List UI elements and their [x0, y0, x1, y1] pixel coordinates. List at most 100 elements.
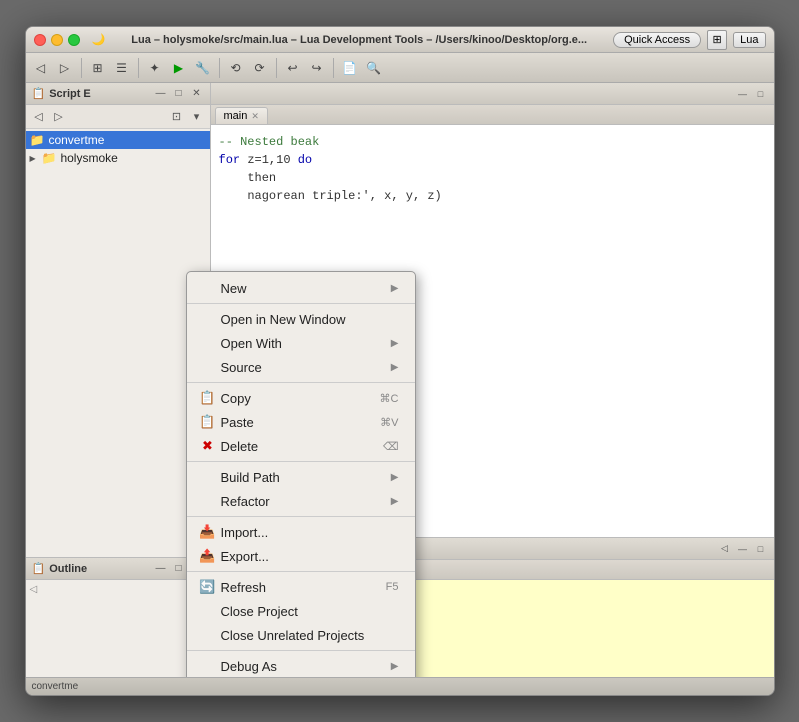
toolbar-btn-3[interactable]: ✦: [144, 57, 166, 79]
toolbar-btn-4[interactable]: 🔧: [192, 57, 214, 79]
code-comment: -- Nested beak: [219, 135, 320, 149]
refresh-icon: 🔄: [199, 578, 217, 596]
maximize-button[interactable]: [68, 34, 80, 46]
menu-item-close-unrelated[interactable]: Close Unrelated Projects: [187, 623, 415, 647]
toolbar-sep-5: [333, 58, 334, 78]
toolbar-btn-7[interactable]: ↩: [282, 57, 304, 79]
outline-minimize[interactable]: —: [154, 562, 168, 576]
toolbar-sep-3: [219, 58, 220, 78]
bottom-maximize-btn[interactable]: □: [754, 542, 768, 556]
tree-item-label-holysmoke: holysmoke: [60, 151, 117, 165]
outline-maximize[interactable]: □: [172, 562, 186, 576]
window-title: Lua – holysmoke/src/main.lua – Lua Devel…: [111, 34, 607, 46]
menu-item-new-label: New: [221, 281, 387, 296]
status-text: convertme: [32, 681, 79, 692]
outline-title: Outline: [49, 563, 149, 575]
editor-header-controls-left: — □: [736, 87, 768, 101]
tab-close-main[interactable]: ✕: [251, 111, 259, 122]
toolbar-btn-1[interactable]: ⊞: [87, 57, 109, 79]
script-explorer-minimize[interactable]: —: [154, 87, 168, 101]
menu-item-build-path[interactable]: Build Path ▶: [187, 465, 415, 489]
paste-shortcut: ⌘V: [380, 416, 398, 429]
explorer-forward[interactable]: ▷: [50, 108, 68, 126]
menu-item-export-label: Export...: [221, 549, 399, 564]
code-keyword-for: for: [219, 153, 241, 167]
titlebar: 🌙 Lua – holysmoke/src/main.lua – Lua Dev…: [26, 27, 774, 53]
code-text-1: z=1,10: [247, 153, 297, 167]
debug-as-icon: [199, 657, 217, 675]
lua-button[interactable]: Lua: [733, 32, 765, 48]
toolbar-sep-1: [81, 58, 82, 78]
menu-item-new[interactable]: New ▶: [187, 276, 415, 300]
open-with-icon: [199, 334, 217, 352]
menu-sep-2: [187, 382, 415, 383]
explorer-collapse[interactable]: ⊡: [168, 108, 186, 126]
source-icon: [199, 358, 217, 376]
editor-maximize-btn[interactable]: □: [754, 87, 768, 101]
app-icon: 🌙: [92, 33, 106, 46]
bottom-minimize-btn[interactable]: —: [736, 542, 750, 556]
bottom-header-controls: ◁ — □: [718, 542, 768, 556]
menu-item-build-path-label: Build Path: [221, 470, 387, 485]
menu-item-source[interactable]: Source ▶: [187, 355, 415, 379]
open-new-window-icon: [199, 310, 217, 328]
tree-item-convertme[interactable]: 📁 convertme: [26, 131, 210, 149]
toolbar-sep-4: [276, 58, 277, 78]
menu-item-refactor[interactable]: Refactor ▶: [187, 489, 415, 513]
minimize-button[interactable]: [51, 34, 63, 46]
menu-item-export[interactable]: 📤 Export...: [187, 544, 415, 568]
script-explorer-close[interactable]: ✕: [190, 87, 204, 101]
close-project-icon: [199, 602, 217, 620]
toolbar-nav-back[interactable]: ◁: [30, 57, 52, 79]
bottom-nav-back[interactable]: ◁: [718, 542, 732, 556]
toolbar-btn-8[interactable]: ↪: [306, 57, 328, 79]
menu-item-import[interactable]: 📥 Import...: [187, 520, 415, 544]
menu-item-close-project[interactable]: Close Project: [187, 599, 415, 623]
menu-item-refactor-label: Refactor: [221, 494, 387, 509]
perspective-button[interactable]: ⊞: [707, 30, 727, 50]
toolbar-nav-forward[interactable]: ▷: [54, 57, 76, 79]
editor-minimize-btn[interactable]: —: [736, 87, 750, 101]
outline-content: ◁: [26, 580, 210, 599]
tree-item-label-convertme: convertme: [48, 133, 104, 147]
menu-item-debug-as[interactable]: Debug As ▶: [187, 654, 415, 677]
folder-icon-holysmoke: 📁: [42, 151, 57, 165]
close-unrelated-icon: [199, 626, 217, 644]
menu-item-open-new-window[interactable]: Open in New Window: [187, 307, 415, 331]
menu-item-delete[interactable]: ✖ Delete ⌫: [187, 434, 415, 458]
toolbar-btn-10[interactable]: 🔍: [363, 57, 385, 79]
explorer-back[interactable]: ◁: [30, 108, 48, 126]
quick-access-button[interactable]: Quick Access: [613, 32, 701, 48]
build-path-arrow: ▶: [391, 472, 399, 483]
menu-item-refresh[interactable]: 🔄 Refresh F5: [187, 575, 415, 599]
editor-header: — □: [211, 83, 774, 105]
menu-item-source-label: Source: [221, 360, 387, 375]
context-menu-wrapper: New ▶ Open in New Window Open With ▶: [186, 271, 616, 677]
script-explorer-maximize[interactable]: □: [172, 87, 186, 101]
left-panel: 📋 Script E — □ ✕ ◁ ▷ ⊡ ▾ 📁 convertme ▶: [26, 83, 211, 677]
script-explorer-header: 📋 Script E — □ ✕: [26, 83, 210, 105]
close-button[interactable]: [34, 34, 46, 46]
menu-sep-6: [187, 650, 415, 651]
toolbar-btn-9[interactable]: 📄: [339, 57, 361, 79]
toolbar-btn-5[interactable]: ⟲: [225, 57, 247, 79]
toolbar-btn-2[interactable]: ☰: [111, 57, 133, 79]
menu-item-close-unrelated-label: Close Unrelated Projects: [221, 628, 399, 643]
debug-as-arrow: ▶: [391, 661, 399, 672]
menu-item-open-with[interactable]: Open With ▶: [187, 331, 415, 355]
tree-item-holysmoke[interactable]: ▶ 📁 holysmoke: [26, 149, 210, 167]
status-bar: convertme: [26, 677, 774, 695]
editor-tab-main[interactable]: main ✕: [215, 107, 268, 124]
toolbar-run[interactable]: ▶: [168, 57, 190, 79]
source-arrow: ▶: [391, 362, 399, 373]
explorer-menu[interactable]: ▾: [188, 108, 206, 126]
menu-sep-5: [187, 571, 415, 572]
copy-shortcut: ⌘C: [380, 392, 399, 405]
menu-item-open-with-label: Open With: [221, 336, 387, 351]
menu-item-paste[interactable]: 📋 Paste ⌘V: [187, 410, 415, 434]
toolbar-btn-6[interactable]: ⟳: [249, 57, 271, 79]
menu-sep-1: [187, 303, 415, 304]
explorer-toolbar: ◁ ▷ ⊡ ▾: [26, 105, 210, 129]
menu-item-copy[interactable]: 📋 Copy ⌘C: [187, 386, 415, 410]
traffic-lights: [34, 34, 80, 46]
